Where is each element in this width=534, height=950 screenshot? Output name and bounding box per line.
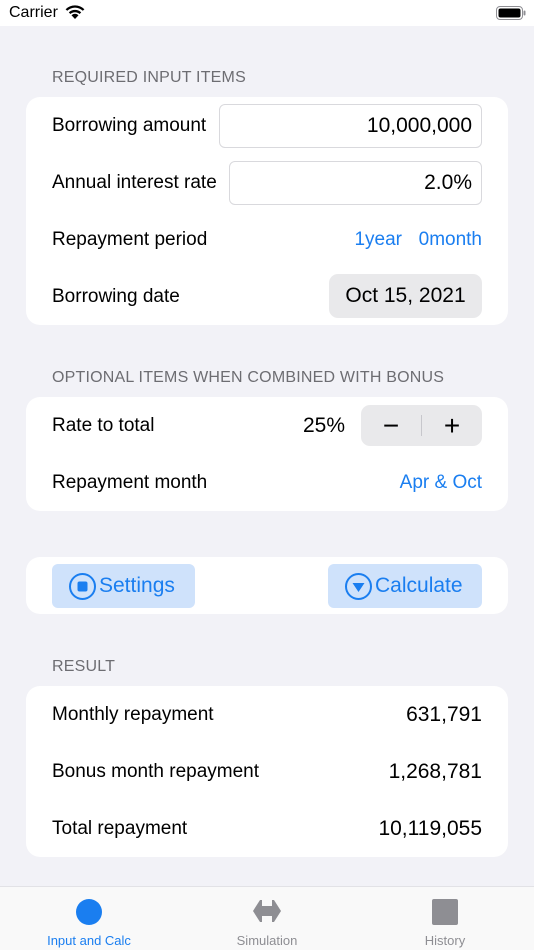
- borrowing-date-row: Borrowing date Oct 15, 2021: [26, 268, 508, 325]
- bonus-repayment-value: 1,268,781: [388, 760, 482, 783]
- period-months-picker[interactable]: 0month: [419, 211, 482, 268]
- repayment-period-row: Repayment period 1year 0month: [26, 211, 508, 268]
- monthly-repayment-value: 631,791: [406, 703, 482, 726]
- optional-items-card: Rate to total 25% − + Repayment month Ap…: [26, 397, 508, 511]
- filled-circle-icon: [75, 898, 103, 931]
- tab-simulation[interactable]: Simulation: [178, 887, 356, 950]
- interest-rate-label: Annual interest rate: [52, 172, 217, 193]
- total-repayment-label: Total repayment: [52, 818, 188, 839]
- total-repayment-row: Total repayment 10,119,055: [26, 800, 508, 857]
- carrier-label: Carrier: [9, 4, 58, 21]
- rate-to-total-row: Rate to total 25% − +: [26, 397, 508, 454]
- tab-label-simulation: Simulation: [236, 933, 298, 948]
- borrowing-amount-label: Borrowing amount: [52, 115, 207, 136]
- result-card: Monthly repayment 631,791 Bonus month re…: [26, 686, 508, 857]
- repayment-period-label: Repayment period: [52, 229, 208, 250]
- borrowing-amount-input[interactable]: 10,000,000: [219, 104, 482, 148]
- required-section-header: REQUIRED INPUT ITEMS: [52, 69, 246, 86]
- tab-input-and-calc[interactable]: Input and Calc: [0, 887, 178, 950]
- monthly-repayment-label: Monthly repayment: [52, 704, 214, 725]
- tab-label-input-and-calc: Input and Calc: [47, 933, 131, 948]
- borrowing-amount-row: Borrowing amount 10,000,000: [26, 97, 508, 154]
- borrowing-date-picker[interactable]: Oct 15, 2021: [329, 274, 482, 318]
- actions-card: Settings Calculate: [26, 557, 508, 614]
- period-years-picker[interactable]: 1year: [354, 211, 402, 268]
- borrowing-date-label: Borrowing date: [52, 286, 180, 307]
- required-input-card: Borrowing amount 10,000,000 Annual inter…: [26, 97, 508, 325]
- bonus-repayment-label: Bonus month repayment: [52, 761, 260, 782]
- increment-button[interactable]: +: [422, 405, 482, 446]
- interest-rate-row: Annual interest rate 2.0%: [26, 154, 508, 211]
- wifi-icon: [64, 4, 86, 25]
- interest-rate-input[interactable]: 2.0%: [229, 161, 482, 205]
- result-section-header: RESULT: [52, 658, 116, 675]
- repayment-month-picker[interactable]: Apr & Oct: [400, 454, 482, 511]
- total-repayment-value: 10,119,055: [378, 817, 482, 840]
- settings-button[interactable]: Settings: [52, 564, 195, 608]
- bonus-repayment-row: Bonus month repayment 1,268,781: [26, 743, 508, 800]
- optional-section-header: OPTIONAL ITEMS WHEN COMBINED WITH BONUS: [52, 369, 445, 386]
- status-bar: Carrier: [0, 0, 534, 26]
- tab-history[interactable]: History: [356, 887, 534, 950]
- tab-label-history: History: [424, 933, 466, 948]
- stop-circle-icon: [69, 573, 96, 600]
- repayment-month-row: Repayment month Apr & Oct: [26, 454, 508, 511]
- decrement-button[interactable]: −: [361, 405, 421, 446]
- tab-bar: Input and Calc Simulation History: [0, 886, 534, 950]
- repayment-month-label: Repayment month: [52, 472, 208, 493]
- double-arrow-icon: [252, 898, 282, 929]
- rate-to-total-value: 25%: [303, 414, 346, 437]
- settings-label: Settings: [99, 574, 175, 597]
- square-icon: [431, 898, 459, 931]
- rate-stepper: − +: [361, 405, 482, 446]
- monthly-repayment-row: Monthly repayment 631,791: [26, 686, 508, 743]
- rate-to-total-label: Rate to total: [52, 415, 155, 436]
- battery-icon: [496, 6, 526, 25]
- arrow-down-circle-icon: [345, 573, 372, 600]
- calculate-label: Calculate: [375, 574, 463, 597]
- calculate-button[interactable]: Calculate: [328, 564, 482, 608]
